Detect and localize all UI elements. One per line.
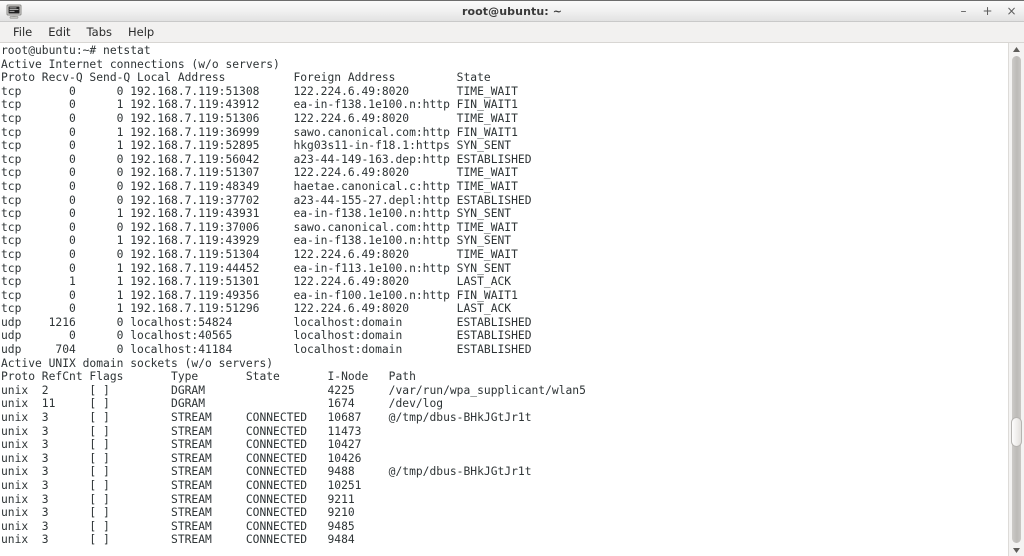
terminal-monitor-icon xyxy=(3,1,25,21)
menu-item-edit[interactable]: Edit xyxy=(40,23,78,41)
scrollbar-track[interactable] xyxy=(1011,56,1022,543)
close-button[interactable]: × xyxy=(1005,5,1018,18)
scrollbar-thumb[interactable] xyxy=(1011,417,1022,448)
window-title: root@ubuntu: ~ xyxy=(461,4,563,18)
window-controls: – + × xyxy=(957,5,1018,18)
titlebar[interactable]: root@ubuntu: ~ – + × xyxy=(0,0,1024,22)
scroll-down-arrow-icon[interactable] xyxy=(1009,544,1024,556)
scroll-up-arrow-icon[interactable] xyxy=(1009,43,1024,55)
terminal-output[interactable]: root@ubuntu:~# netstat Active Internet c… xyxy=(0,43,1008,556)
menu-item-tabs[interactable]: Tabs xyxy=(79,23,120,41)
menu-item-help[interactable]: Help xyxy=(120,23,162,41)
menu-item-file[interactable]: File xyxy=(5,23,40,41)
minimize-button[interactable]: – xyxy=(957,5,970,18)
terminal-area: root@ubuntu:~# netstat Active Internet c… xyxy=(0,43,1024,556)
terminal-window: root@ubuntu: ~ – + × File Edit Tabs Help… xyxy=(0,0,1024,556)
menubar: File Edit Tabs Help xyxy=(0,22,1024,43)
maximize-button[interactable]: + xyxy=(981,5,994,18)
terminal-scrollbar[interactable] xyxy=(1008,43,1024,556)
terminal-text: root@ubuntu:~# netstat Active Internet c… xyxy=(1,44,586,547)
